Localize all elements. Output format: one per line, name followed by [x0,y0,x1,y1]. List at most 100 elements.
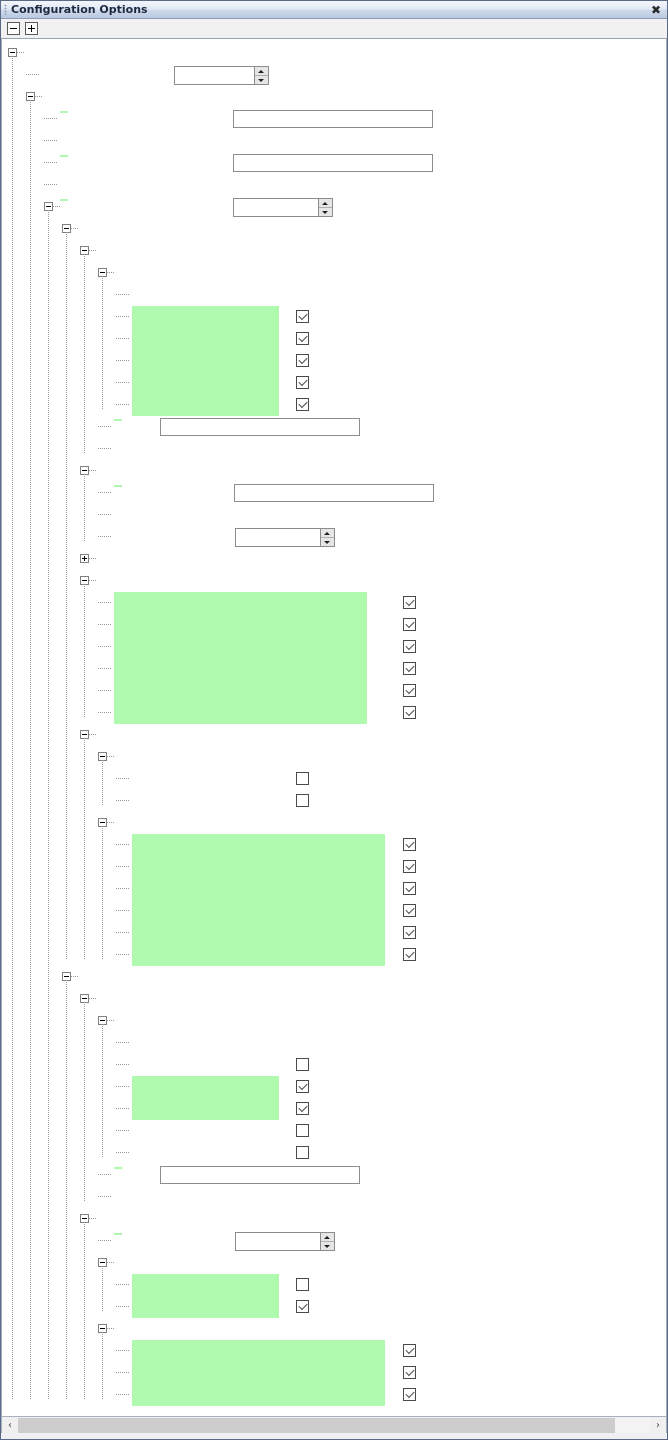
checkbox[interactable] [403,1344,416,1357]
tree-row[interactable] [2,416,666,438]
highlight-block [132,922,385,944]
tree-node-label [132,1299,135,1301]
checkbox[interactable] [403,618,416,631]
checkbox[interactable] [296,1058,309,1071]
checkbox[interactable] [403,1388,416,1401]
checkbox[interactable] [403,882,416,895]
text-input[interactable] [160,418,360,436]
tree-guide-line [30,100,31,1400]
scroll-right-arrow-icon[interactable]: › [650,1418,666,1433]
spinner-down-icon[interactable] [255,75,268,84]
checkbox[interactable] [403,662,416,675]
tree-row[interactable] [2,526,666,548]
checkbox[interactable] [296,1102,309,1115]
expand-all-button[interactable] [25,22,38,35]
tree-row[interactable] [2,174,666,196]
tree-connector [116,1086,130,1087]
checkbox[interactable] [403,596,416,609]
tree-connector [98,448,112,449]
spinner-arrows[interactable] [254,67,268,84]
tree-row[interactable] [2,1230,666,1252]
tree-row[interactable] [2,482,666,504]
scrollbar-thumb[interactable] [18,1417,615,1433]
checkbox[interactable] [296,1124,309,1137]
scroll-left-arrow-icon[interactable]: ‹ [2,1418,18,1433]
expand-node-icon[interactable] [80,554,89,563]
checkbox[interactable] [296,332,309,345]
checkbox[interactable] [403,948,416,961]
checkbox[interactable] [296,1080,309,1093]
text-input[interactable] [233,110,433,128]
text-input[interactable] [160,1166,360,1184]
checkbox[interactable] [403,706,416,719]
tree-row[interactable] [2,658,666,680]
spinner-down-icon[interactable] [319,207,332,216]
checkbox[interactable] [296,376,309,389]
tree-node-label [96,573,98,575]
checkbox[interactable] [296,1300,309,1313]
tree-row[interactable] [2,42,666,64]
spinner-down-icon[interactable] [321,537,334,546]
spinner-arrows[interactable] [320,1233,334,1250]
checkbox[interactable] [296,1146,309,1159]
checkbox[interactable] [403,860,416,873]
tree-row[interactable] [2,218,666,240]
tree-row[interactable] [2,460,666,482]
toolbar [1,19,667,39]
checkbox[interactable] [403,684,416,697]
tree-row[interactable] [2,680,666,702]
checkbox[interactable] [296,310,309,323]
spinner-up-icon[interactable] [319,199,332,207]
checkbox[interactable] [296,794,309,807]
horizontal-scrollbar[interactable]: ‹ › [1,1416,667,1433]
text-input[interactable] [233,154,433,172]
tree-row[interactable] [2,614,666,636]
tree-row[interactable] [2,438,666,460]
tree-row[interactable] [2,108,666,130]
tree-row[interactable] [2,570,666,592]
spinner-arrows[interactable] [320,529,334,546]
number-spinner[interactable] [235,1232,335,1251]
tree-row[interactable] [2,196,666,218]
checkbox[interactable] [296,354,309,367]
checkbox[interactable] [403,926,416,939]
tree-row[interactable] [2,548,666,570]
checkbox[interactable] [296,398,309,411]
checkbox[interactable] [403,640,416,653]
configuration-tree-panel[interactable] [1,39,667,1416]
tree-row[interactable] [2,1186,666,1208]
tree-row[interactable] [2,592,666,614]
tree-row[interactable] [2,152,666,174]
collapse-all-button[interactable] [7,22,20,35]
checkbox[interactable] [403,1366,416,1379]
tree-node-label [132,1101,135,1103]
number-spinner[interactable] [233,198,333,217]
spinner-arrows[interactable] [318,199,332,216]
tree-row[interactable] [2,130,666,152]
tree-row[interactable] [2,966,666,988]
text-input[interactable] [234,484,434,502]
tree-row[interactable] [2,504,666,526]
tree-row[interactable] [2,1208,666,1230]
tree-row[interactable] [2,64,666,86]
spinner-up-icon[interactable] [321,1233,334,1241]
checkbox[interactable] [296,772,309,785]
checkbox[interactable] [403,838,416,851]
scrollbar-track[interactable] [18,1417,650,1433]
tree-row[interactable] [2,988,666,1010]
highlight-block [132,1098,279,1120]
number-spinner[interactable] [174,66,269,85]
tree-row[interactable] [2,1164,666,1186]
tree-row[interactable] [2,724,666,746]
tree-row[interactable] [2,636,666,658]
number-spinner[interactable] [235,528,335,547]
checkbox[interactable] [296,1278,309,1291]
tree-row[interactable] [2,702,666,724]
spinner-up-icon[interactable] [255,67,268,75]
close-icon[interactable]: ✖ [649,4,663,16]
spinner-up-icon[interactable] [321,529,334,537]
spinner-down-icon[interactable] [321,1241,334,1250]
tree-row[interactable] [2,240,666,262]
checkbox[interactable] [403,904,416,917]
tree-row[interactable] [2,86,666,108]
